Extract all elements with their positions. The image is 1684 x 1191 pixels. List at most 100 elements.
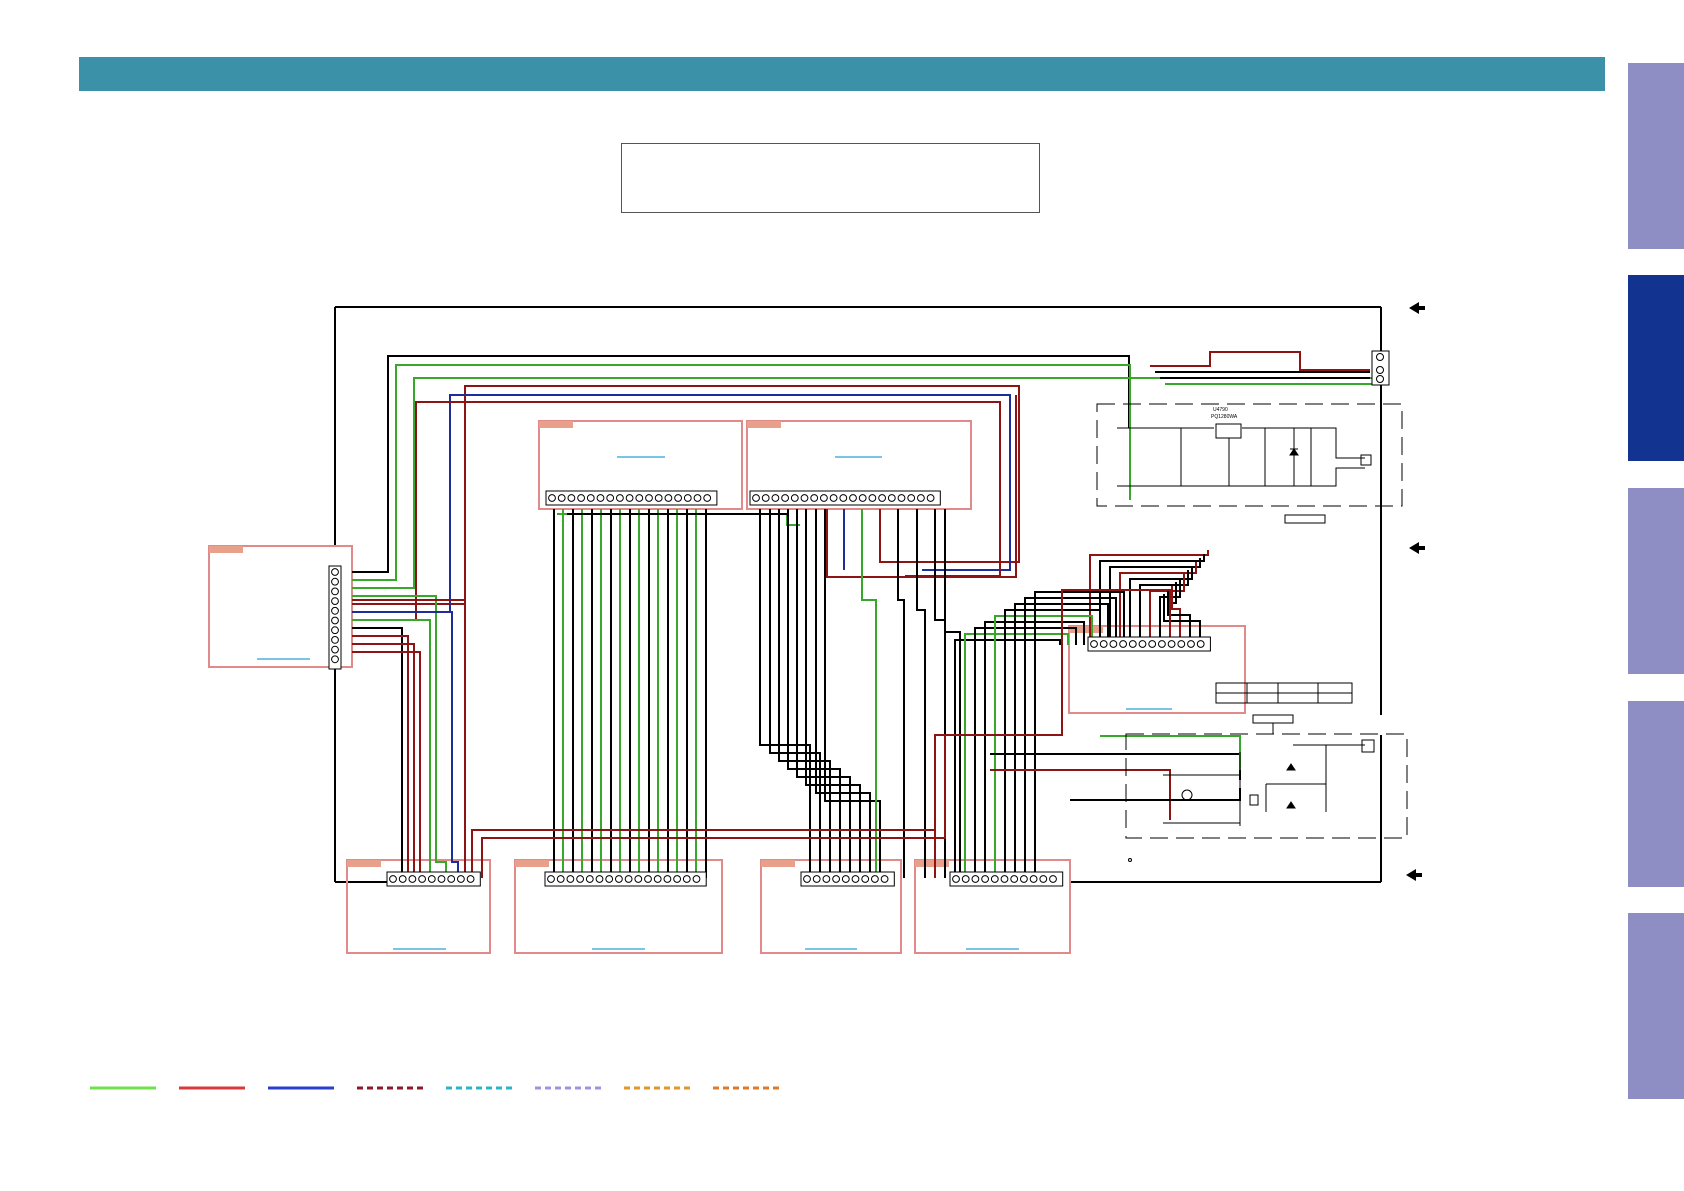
connector-pin — [851, 875, 860, 883]
connector-pin — [871, 875, 879, 883]
wire — [759, 509, 811, 878]
connector-pin — [331, 645, 339, 654]
connector-pin — [1000, 875, 1009, 883]
connector-pin — [829, 494, 838, 502]
wire — [352, 643, 415, 878]
connector-pin — [556, 875, 565, 883]
connector-pin — [703, 494, 712, 502]
grid-table — [1215, 682, 1353, 734]
connector-pin — [331, 636, 339, 644]
wire — [944, 509, 961, 878]
connector-pin — [771, 494, 780, 502]
wire — [778, 509, 831, 878]
connector-pin — [331, 655, 339, 664]
ic-type-label: PQ1280WA — [1211, 414, 1238, 420]
connector-pin — [625, 494, 634, 502]
ref-box — [1284, 514, 1326, 524]
connector-pin — [1177, 640, 1186, 648]
connector-bottom-1 — [386, 871, 481, 887]
main-frame — [334, 306, 1382, 883]
connector-pin — [577, 494, 585, 502]
wire — [954, 639, 1061, 878]
connector-pin — [447, 875, 456, 883]
connector-pin — [820, 494, 828, 502]
connector-pin — [810, 494, 819, 502]
connector-pin — [663, 875, 672, 883]
wire — [964, 633, 1069, 878]
connector-pin — [566, 875, 575, 883]
wire — [824, 509, 881, 878]
wire — [557, 513, 800, 526]
wire — [352, 595, 447, 878]
connector-pin — [761, 494, 770, 502]
connector-pin — [596, 494, 605, 502]
connector-pin — [616, 494, 624, 502]
power-regulator-region: U4790 PQ1280WA — [1096, 403, 1403, 524]
connector-pin — [466, 875, 475, 883]
connector-pin — [839, 494, 848, 502]
wire — [352, 635, 409, 878]
board-outlines — [208, 420, 1246, 954]
ic-part-label: U4790 — [1213, 407, 1228, 413]
connector-pin — [653, 875, 662, 883]
connector-pin — [398, 875, 407, 883]
connector-pin — [644, 875, 652, 883]
connector-pin — [664, 494, 673, 502]
connector-pin — [557, 494, 566, 502]
connector-pin — [1148, 640, 1157, 648]
connector-pin — [971, 875, 980, 883]
wire — [352, 619, 431, 878]
connector-pin — [1039, 875, 1048, 883]
connector-pin — [605, 875, 614, 883]
connector-pin — [861, 875, 870, 883]
connector-pin — [389, 875, 397, 883]
connector-pin — [990, 875, 999, 883]
connector-pin — [858, 494, 867, 502]
connector-pin — [595, 875, 604, 883]
board-tags — [209, 421, 1103, 867]
connector-pin — [645, 494, 653, 502]
connector-pin — [803, 875, 811, 883]
wiring-schematic: U4790 PQ1280WA — [208, 302, 1425, 954]
connector-pin — [952, 875, 960, 883]
connector-pin — [408, 875, 417, 883]
connector-pin — [790, 494, 799, 502]
connector-pin — [880, 875, 889, 883]
connector-pin — [457, 875, 465, 883]
connector-pin — [624, 875, 633, 883]
connector-pin — [331, 616, 339, 625]
connector-pin — [752, 494, 760, 502]
wire — [471, 735, 936, 878]
connector-pin — [567, 494, 576, 502]
connector-pin — [961, 875, 970, 883]
connector-pin — [1029, 875, 1038, 883]
connector-pin — [1167, 640, 1176, 648]
connector-pin — [1109, 640, 1118, 648]
connector-pin — [331, 568, 339, 576]
wire — [787, 509, 841, 878]
connector-pin — [683, 494, 692, 502]
connector-pin — [331, 626, 339, 635]
connector-pin — [615, 875, 623, 883]
ground-arrows — [1406, 302, 1425, 881]
audio-jack-region — [1125, 733, 1408, 839]
connector-pin — [331, 597, 339, 605]
connector-pin — [868, 494, 877, 502]
ground-arrow-3 — [1406, 869, 1422, 881]
connector-pin — [693, 494, 702, 502]
wires — [352, 351, 1386, 878]
wire — [994, 615, 1093, 878]
connector-pin — [331, 577, 339, 586]
connector-pin — [1158, 640, 1166, 648]
ground-arrow-1 — [1409, 302, 1425, 314]
connector-pin — [822, 875, 831, 883]
connector-pin — [917, 494, 925, 502]
connector-pin — [849, 494, 857, 502]
connector-pin — [812, 875, 821, 883]
connector-bottom-4 — [949, 871, 1064, 887]
connector-pin — [548, 494, 556, 502]
wire — [805, 509, 861, 878]
connector-pin — [800, 494, 809, 502]
connector-top-right — [1371, 350, 1390, 386]
connector-pin — [1187, 640, 1195, 648]
